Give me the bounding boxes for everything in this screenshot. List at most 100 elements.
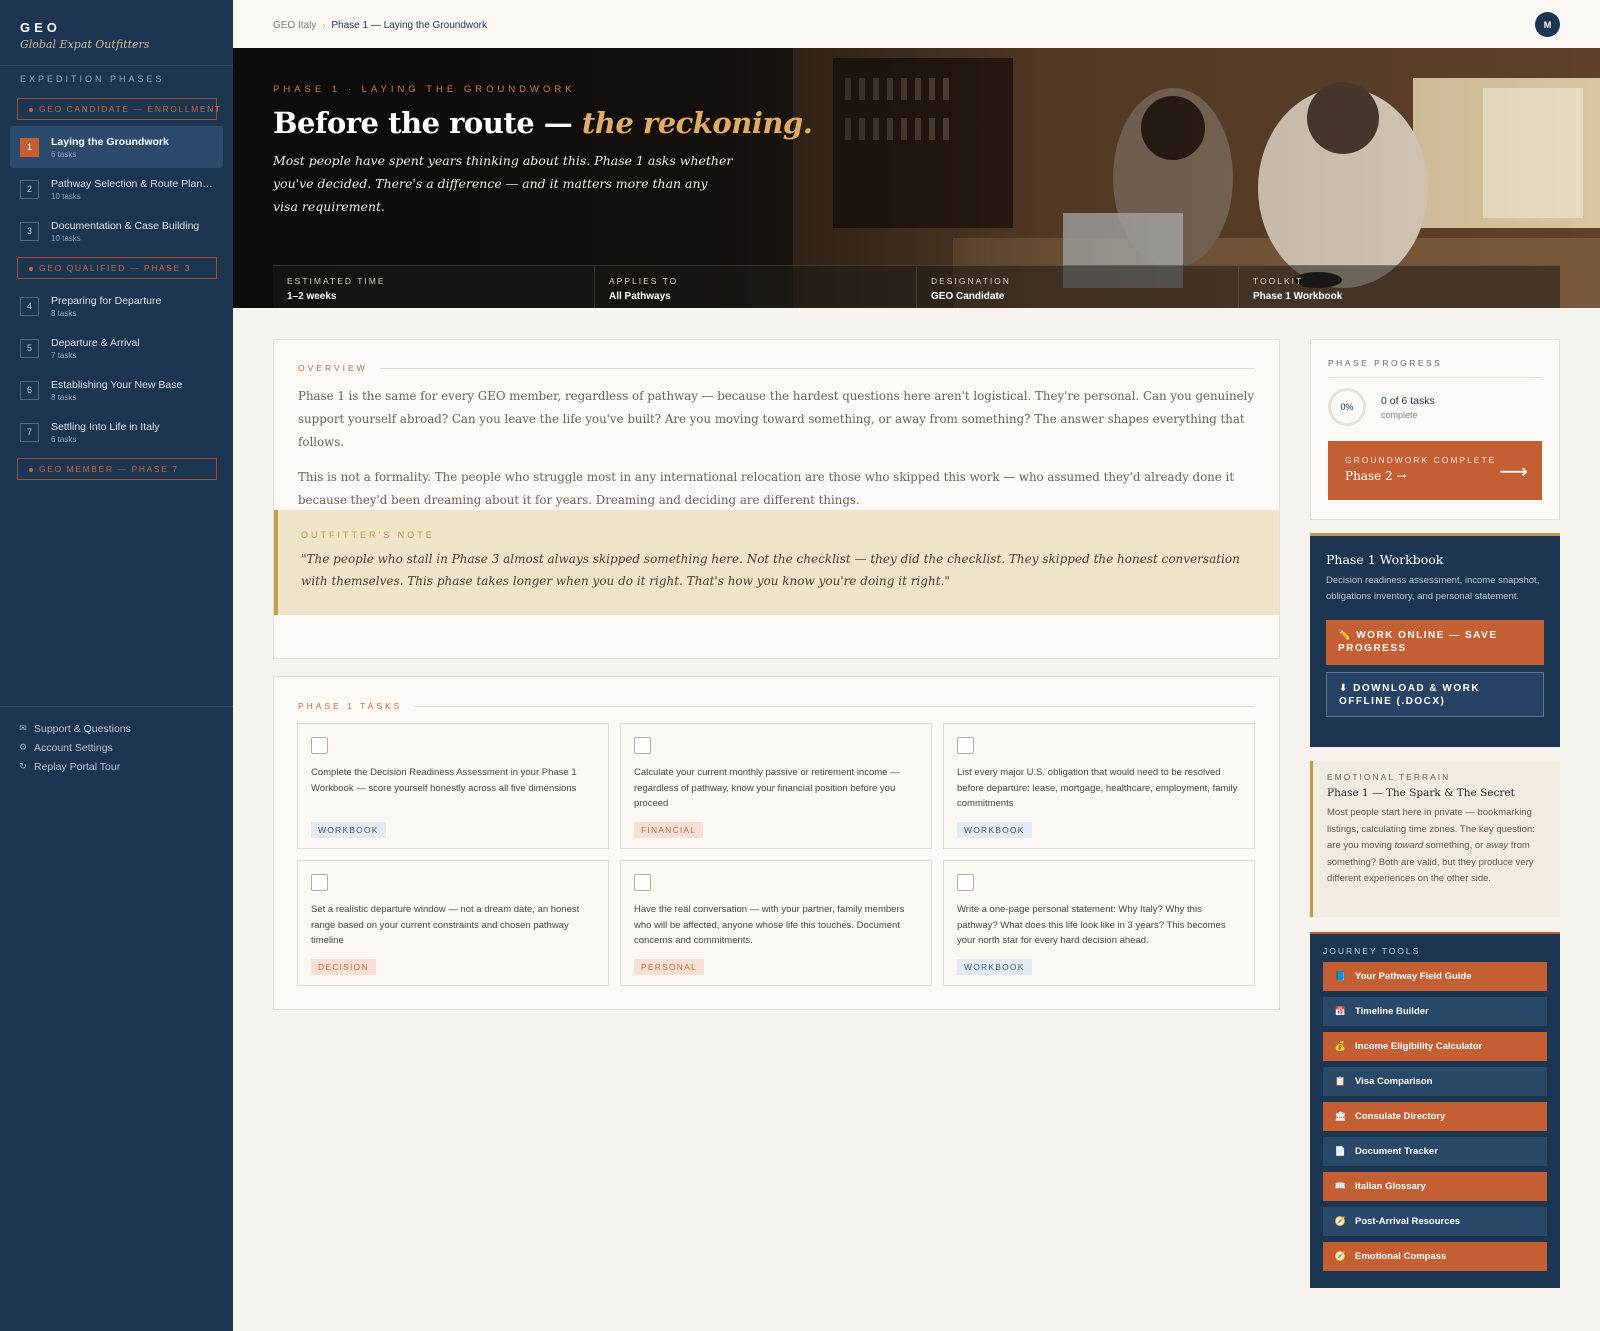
compass-icon: 🧭: [1334, 1251, 1347, 1261]
task-card: Calculate your current monthly passive o…: [620, 723, 932, 849]
terrain-body: Most people start here in private — book…: [1327, 807, 1535, 884]
note-quote: "The people who stall in Phase 3 almost …: [301, 552, 1240, 588]
task-card: Write a one-page personal statement: Why…: [943, 860, 1255, 986]
sidebar-phase-7[interactable]: 7 Settling Into Life in Italy 6 tasks: [10, 411, 223, 453]
calendar-icon: 📅: [1334, 1006, 1347, 1016]
phase-name: Settling Into Life in Italy: [51, 420, 160, 433]
terrain-label: EMOTIONAL TERRAIN: [1327, 772, 1451, 782]
task-checkbox[interactable]: [957, 737, 974, 754]
task-tag: WORKBOOK: [311, 822, 386, 838]
task-card: List every major U.S. obligation that wo…: [943, 723, 1255, 849]
tool-pathway-field-guide[interactable]: 📘 Your Pathway Field Guide: [1323, 962, 1547, 991]
tasks-card: PHASE 1 TASKS Complete the Decision Read…: [273, 676, 1280, 1010]
dot-icon: [29, 107, 33, 112]
journey-tools-card: JOURNEY TOOLS 📘 Your Pathway Field Guide …: [1310, 932, 1560, 1288]
phase-progress-card: PHASE PROGRESS 0% 0 of 6 tasks complete …: [1310, 339, 1560, 520]
hero-meta-bar: ESTIMATED TIME 1–2 weeks APPLIES TO All Pa…: [273, 265, 1560, 308]
document-icon: 📄: [1334, 1146, 1347, 1156]
hero-content: PHASE 1 · LAYING THE GROUNDWORK Before t…: [273, 84, 1560, 308]
brand-title: GEO: [20, 20, 61, 35]
top-bar: GEO Italy › Phase 1 — Laying the Groundwor…: [233, 0, 1600, 48]
task-card: Set a realistic departure window — not a…: [297, 860, 609, 986]
phase-task-count: 10 tasks: [51, 191, 81, 201]
progress-row: 0% 0 of 6 tasks complete: [1328, 388, 1542, 426]
meta-designation: DESIGNATION GEO Candidate: [917, 266, 1239, 308]
phase-name: Pathway Selection & Route Planni...: [51, 177, 214, 190]
sidebar-phase-4[interactable]: 4 Preparing for Departure 8 tasks: [10, 285, 223, 327]
task-text: Complete the Decision Readiness Assessme…: [311, 767, 577, 794]
phase-group-badge: GEO CANDIDATE — ENROLLMENT: [17, 98, 220, 120]
compass-icon: 🧭: [1334, 1216, 1347, 1226]
sidebar-phase-1[interactable]: 1 Laying the Groundwork 6 tasks: [10, 126, 223, 168]
work-online-button[interactable]: ✏️ WORK ONLINE — SAVE PROGRESS: [1326, 620, 1544, 665]
progress-count: 0 of 6 tasks complete: [1381, 394, 1435, 420]
tool-italian-glossary[interactable]: 📖 Italian Glossary: [1323, 1172, 1547, 1201]
phase-task-count: 7 tasks: [51, 350, 77, 360]
book-icon: 📘: [1334, 971, 1347, 981]
tools-label: JOURNEY TOOLS: [1323, 946, 1421, 956]
overview-label: OVERVIEW: [298, 363, 1255, 373]
workbook-card: Phase 1 Workbook Decision readiness asse…: [1310, 533, 1560, 747]
phase-group-badge: GEO QUALIFIED — PHASE 3: [17, 257, 217, 279]
phase-name: Laying the Groundwork: [51, 135, 169, 148]
tool-timeline-builder[interactable]: 📅 Timeline Builder: [1323, 997, 1547, 1026]
arrow-right-icon: ⟶: [1499, 461, 1528, 483]
note-label: OUTFITTER'S NOTE: [301, 530, 435, 540]
meta-applies-to: APPLIES TO All Pathways: [595, 266, 917, 308]
sidebar-phase-6[interactable]: 6 Establishing Your New Base 8 tasks: [10, 369, 223, 411]
task-checkbox[interactable]: [634, 874, 651, 891]
emotional-terrain-card: EMOTIONAL TERRAIN Phase 1 — The Spark & …: [1310, 761, 1560, 917]
sidebar-phase-3[interactable]: 3 Documentation & Case Building 10 tasks: [10, 210, 223, 252]
task-checkbox[interactable]: [957, 874, 974, 891]
tool-document-tracker[interactable]: 📄 Document Tracker: [1323, 1137, 1547, 1166]
task-checkbox[interactable]: [311, 737, 328, 754]
avatar[interactable]: M: [1535, 12, 1560, 37]
phase-number: 6: [20, 380, 39, 400]
meta-toolkit: TOOLKIT Phase 1 Workbook: [1253, 276, 1343, 302]
tool-income-calculator[interactable]: 💰 Income Eligibility Calculator: [1323, 1032, 1547, 1061]
task-checkbox[interactable]: [311, 874, 328, 891]
terrain-title: Phase 1 — The Spark & The Secret: [1327, 787, 1515, 799]
phases-heading: EXPEDITION PHASES: [20, 74, 165, 84]
brand-subtitle: Global Expat Outfitters: [20, 38, 150, 51]
task-text: List every major U.S. obligation that wo…: [957, 767, 1238, 809]
task-card: Complete the Decision Readiness Assessme…: [297, 723, 609, 849]
sidebar-phase-5[interactable]: 5 Departure & Arrival 7 tasks: [10, 327, 223, 369]
task-text: Set a realistic departure window — not a…: [311, 904, 580, 946]
overview-paragraph: Phase 1 is the same for every GEO member…: [298, 389, 1255, 449]
overview-card: OVERVIEW Phase 1 is the same for every G…: [273, 339, 1280, 659]
tool-post-arrival-resources[interactable]: 🧭 Post-Arrival Resources: [1323, 1207, 1547, 1236]
phase-name: Preparing for Departure: [51, 294, 162, 307]
phase-task-count: 6 tasks: [51, 149, 77, 159]
sidebar-phase-2[interactable]: 2 Pathway Selection & Route Planni... 10 …: [10, 168, 223, 210]
progress-ring: 0%: [1328, 388, 1366, 426]
task-tag: DECISION: [311, 959, 376, 975]
phase-number: 7: [20, 422, 39, 442]
outfitters-note: OUTFITTER'S NOTE "The people who stall i…: [274, 510, 1279, 615]
replay-tour-link[interactable]: ↻ Replay Portal Tour: [18, 757, 233, 776]
breadcrumb-current: Phase 1 — Laying the Groundwork: [331, 20, 488, 31]
workbook-title: Phase 1 Workbook: [1326, 552, 1444, 567]
task-text: Calculate your current monthly passive o…: [634, 767, 900, 809]
sidebar-footer: ✉ Support & Questions ⚙ Account Settings ↻…: [0, 706, 233, 776]
account-settings-link[interactable]: ⚙ Account Settings: [18, 738, 233, 757]
phase-group-badge: GEO MEMBER — PHASE 7: [17, 458, 217, 480]
phase-number: 5: [20, 338, 39, 358]
tool-emotional-compass[interactable]: 🧭 Emotional Compass: [1323, 1242, 1547, 1271]
breadcrumb-root[interactable]: GEO Italy: [273, 20, 316, 31]
breadcrumb: GEO Italy › Phase 1 — Laying the Groundwor…: [273, 15, 487, 33]
phase-task-count: 10 tasks: [51, 233, 81, 243]
phase-task-count: 8 tasks: [51, 392, 77, 402]
replay-icon: ↻: [19, 761, 27, 771]
brand[interactable]: GEO Global Expat Outfitters: [0, 0, 233, 66]
download-offline-button[interactable]: ⬇ DOWNLOAD & WORK OFFLINE (.DOCX): [1326, 672, 1544, 717]
support-link[interactable]: ✉ Support & Questions: [18, 719, 233, 738]
task-checkbox[interactable]: [634, 737, 651, 754]
task-tag: PERSONAL: [634, 959, 704, 975]
next-phase-button[interactable]: GROUNDWORK COMPLETE Phase 2 → ⟶: [1328, 441, 1542, 500]
task-tag: FINANCIAL: [634, 822, 704, 838]
phase-name: Establishing Your New Base: [51, 378, 183, 391]
tool-visa-comparison[interactable]: 📋 Visa Comparison: [1323, 1067, 1547, 1096]
tool-consulate-directory[interactable]: 🏛 Consulate Directory: [1323, 1102, 1547, 1131]
phase-number: 1: [20, 137, 39, 157]
